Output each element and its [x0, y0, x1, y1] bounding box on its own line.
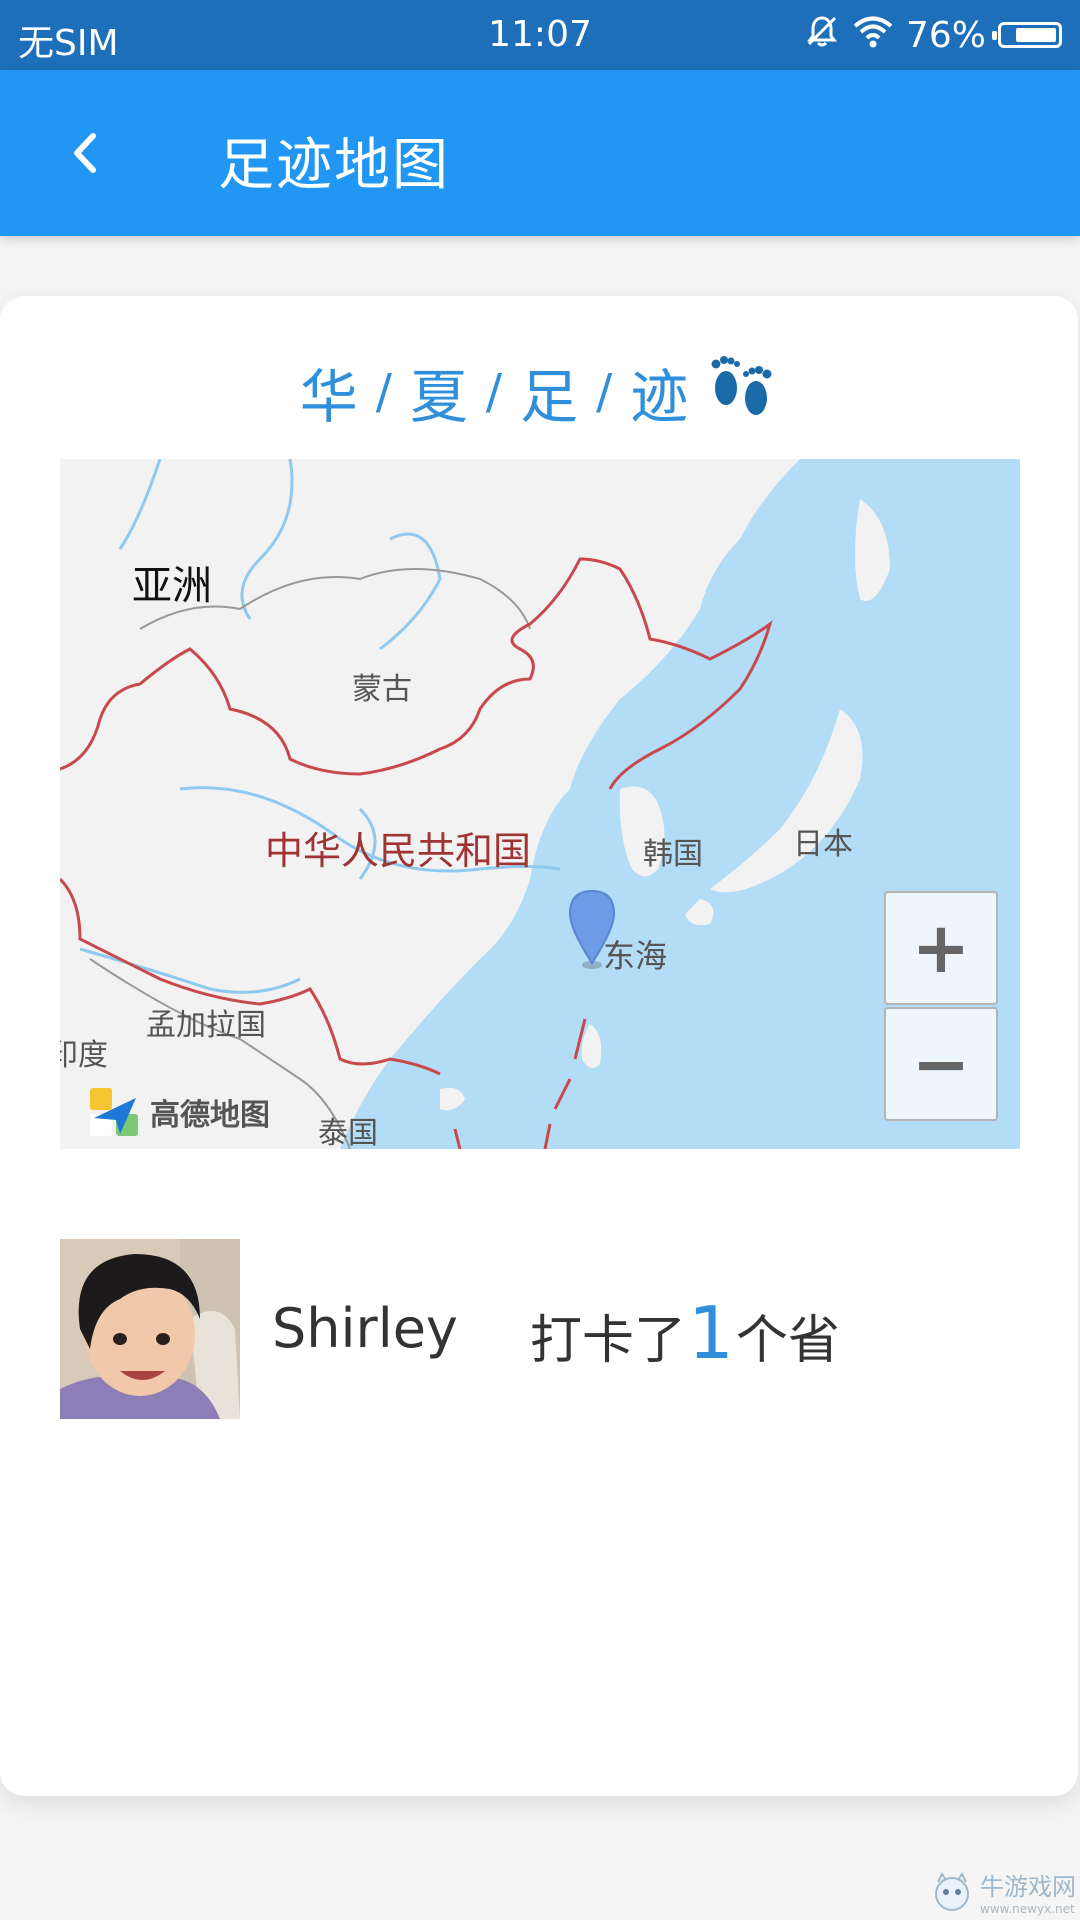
avatar[interactable] — [60, 1239, 240, 1419]
map-label-japan: 日本 — [793, 827, 853, 862]
user-name: Shirley — [272, 1297, 458, 1360]
map-canvas[interactable]: 亚洲 蒙古 中华人民共和国 韩国 日本 东海 孟加拉国 印度 泰国 — [60, 459, 1020, 1149]
checkin-count: 1 — [688, 1291, 734, 1375]
heading-char: 迹 — [630, 363, 689, 431]
footprints-icon — [706, 350, 778, 434]
user-summary: Shirley 打卡了 1 个省 — [60, 1239, 1020, 1419]
map-label-china: 中华人民共和国 — [265, 829, 531, 873]
battery-percent: 76% — [905, 14, 986, 56]
bell-muted-icon — [804, 13, 840, 58]
checkin-summary: 打卡了 1 个省 — [530, 1291, 840, 1375]
heading-separator: / — [596, 364, 613, 420]
heading-char: 华 — [299, 363, 358, 431]
wifi-icon — [852, 13, 894, 58]
watermark-mascot-icon — [935, 1871, 969, 1911]
amap-logo-icon — [90, 1088, 138, 1136]
back-button[interactable] — [50, 110, 120, 196]
watermark-url: www.newyx.net — [980, 1902, 1075, 1916]
map-label-east-sea: 东海 — [603, 937, 667, 975]
map-label-thailand: 泰国 — [318, 1116, 378, 1149]
chevron-left-icon — [74, 133, 96, 173]
map-label-bangladesh: 孟加拉国 — [146, 1008, 266, 1043]
map-label-india: 印度 — [60, 1038, 108, 1073]
amap-logo-text: 高德地图 — [150, 1098, 270, 1133]
checkin-prefix: 打卡了 — [530, 1311, 687, 1371]
watermark: 牛游戏网 www.newyx.net — [930, 1867, 1076, 1916]
heading-separator: / — [375, 364, 392, 420]
battery-icon — [992, 22, 1062, 48]
page-title: 足迹地图 — [218, 133, 450, 198]
heading-char: 夏 — [409, 363, 468, 431]
map-label-asia: 亚洲 — [132, 563, 212, 609]
heading-separator: / — [485, 364, 503, 420]
zoom-out-button[interactable]: − — [884, 1007, 998, 1121]
battery-fill — [1016, 28, 1056, 42]
status-icons: 76% — [804, 12, 1062, 58]
status-bar: 无SIM 11:07 76% — [0, 0, 1080, 70]
map-label-mongolia: 蒙古 — [352, 672, 412, 707]
amap-logo: 高德地图 — [86, 1084, 270, 1140]
map-label-korea: 韩国 — [643, 837, 703, 872]
heading-char: 足 — [520, 363, 579, 431]
checkin-suffix: 个省 — [735, 1311, 840, 1371]
zoom-in-button[interactable]: + — [884, 891, 998, 1005]
watermark-text: 牛游戏网 — [980, 1873, 1076, 1901]
footprint-map[interactable]: 亚洲 蒙古 中华人民共和国 韩国 日本 东海 孟加拉国 印度 泰国 + − 高德… — [60, 459, 1020, 1149]
card-heading: 华 / 夏 / 足 / 迹 — [0, 352, 1078, 432]
footprint-card: 华 / 夏 / 足 / 迹 亚洲 蒙古 中华人民共和国 韩国 日本 东海 孟加拉… — [0, 296, 1078, 1796]
app-header: 足迹地图 — [0, 70, 1080, 236]
